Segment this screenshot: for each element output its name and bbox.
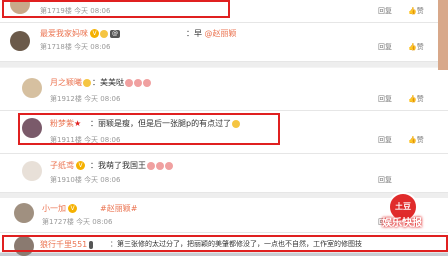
comment-item: 子纸鸢 V ：我萌了我国王 第1910楼 今天 08:06 回复 xyxy=(0,154,448,193)
reply-button[interactable]: 回复 xyxy=(378,6,392,16)
comment-feed: 第1719楼 今天 08:06 回复 👍赞 最爱我家妈咪 V @ ：早 @赵丽颖 第… xyxy=(0,0,448,256)
comment-text: ：美美哒 xyxy=(92,77,151,88)
hashtag-link[interactable]: #赵丽颖# xyxy=(100,204,137,213)
comment-meta: 第1727楼 今天 08:06 xyxy=(42,218,113,226)
divider xyxy=(0,62,448,67)
comment-author[interactable]: 小一加 V xyxy=(42,203,77,214)
highlight-box xyxy=(2,0,230,18)
reply-button[interactable]: 回复 xyxy=(378,42,392,52)
vip-badge-icon: V xyxy=(68,204,77,213)
comment-meta: 第1718楼 今天 08:06 xyxy=(40,43,111,51)
vip-badge-icon: V xyxy=(90,29,99,38)
avatar[interactable] xyxy=(22,78,42,98)
logo-text: 娱乐快报 xyxy=(382,218,422,229)
avatar[interactable] xyxy=(10,31,30,51)
comment-author[interactable]: 最爱我家妈咪 V @ xyxy=(40,28,122,39)
photo-edge xyxy=(438,0,448,70)
like-button[interactable]: 👍赞 xyxy=(408,135,424,145)
comment-text: ：早 @赵丽颖 xyxy=(186,29,237,38)
reply-button[interactable]: 回复 xyxy=(378,175,392,185)
thumb-up-icon: 👍 xyxy=(408,136,417,144)
heart-eyes-icon xyxy=(134,78,142,87)
heart-eyes-icon xyxy=(165,161,173,170)
like-button[interactable]: 👍赞 xyxy=(408,42,424,52)
comment-item: 月之颖曦 ：美美哒 第1912楼 今天 08:06 回复 👍赞 xyxy=(0,68,448,111)
comment-text: #赵丽颖# xyxy=(100,203,137,214)
thumb-up-icon: 👍 xyxy=(408,95,417,103)
heart-eyes-icon xyxy=(156,161,164,170)
comment-author[interactable]: 子纸鸢 V xyxy=(50,160,85,171)
emoji-icon xyxy=(100,29,108,38)
thumb-up-icon: 👍 xyxy=(408,7,417,15)
comment-meta: 第1912楼 今天 08:06 xyxy=(50,95,121,103)
heart-eyes-icon xyxy=(125,78,133,87)
like-button[interactable]: 👍赞 xyxy=(408,94,424,104)
heart-eyes-icon xyxy=(143,78,151,87)
thumb-up-icon: 👍 xyxy=(408,43,417,51)
reply-button[interactable]: 回复 xyxy=(378,135,392,145)
reply-button[interactable]: 回复 xyxy=(378,94,392,104)
mention-link[interactable]: @赵丽颖 xyxy=(205,29,237,38)
comment-item: 小一加 V #赵丽颖# 第1727楼 今天 08:06 回复 xyxy=(0,198,448,233)
heart-eyes-icon xyxy=(147,161,155,170)
highlight-box xyxy=(18,113,280,145)
comment-meta: 第1910楼 今天 08:06 xyxy=(50,176,121,184)
level-tag: @ xyxy=(110,29,120,38)
comment-item: 最爱我家妈咪 V @ ：早 @赵丽颖 第1718楼 今天 08:06 回复 👍赞 xyxy=(0,23,448,62)
watermark-logo: 土豆 娱乐快报 xyxy=(382,190,442,238)
comment-author[interactable]: 月之颖曦 xyxy=(50,77,91,88)
emoji-icon xyxy=(83,78,91,87)
avatar[interactable] xyxy=(22,161,42,181)
avatar[interactable] xyxy=(14,203,34,223)
like-button[interactable]: 👍赞 xyxy=(408,6,424,16)
comment-text: ：我萌了我国王 xyxy=(90,160,173,171)
vip-badge-icon: V xyxy=(76,161,85,170)
